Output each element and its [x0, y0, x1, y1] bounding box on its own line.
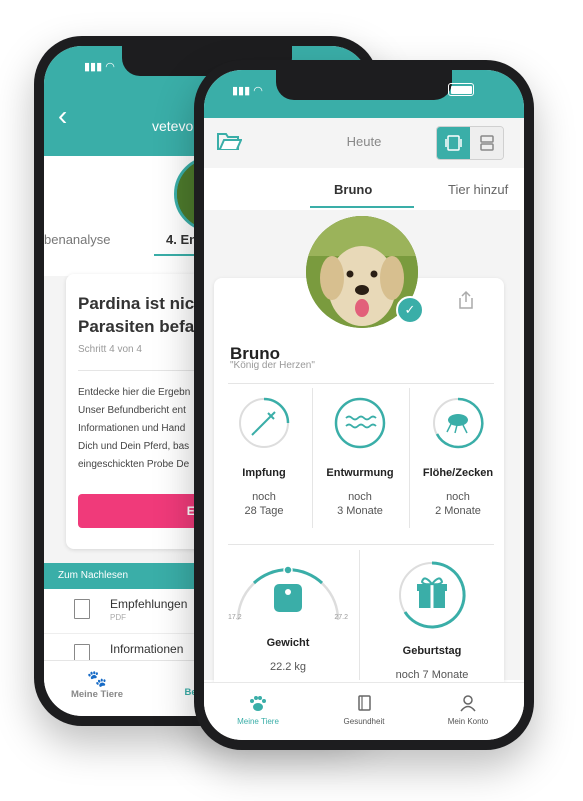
stat-label: Entwurmung	[326, 467, 394, 479]
weight-gauge	[236, 565, 340, 621]
list-view-button[interactable]	[470, 127, 503, 159]
document-type: PDF	[110, 613, 126, 622]
card-divider	[228, 544, 494, 545]
nav-item-meine-tiere[interactable]: 🐾 Meine Tiere	[52, 669, 142, 700]
stat-impfung[interactable]: Impfung noch 28 Tage	[216, 396, 312, 517]
stat-divider	[359, 550, 360, 680]
stat-value: 28 Tage	[244, 505, 284, 517]
back-arrow-icon[interactable]: ‹	[58, 102, 67, 130]
birthday-label: Geburtstag	[402, 645, 462, 657]
paw-icon: 🐾	[87, 671, 107, 688]
syringe-icon	[239, 397, 290, 448]
flea-icon	[433, 397, 484, 449]
nav-item-gesundheit[interactable]: Gesundheit	[314, 693, 414, 726]
document-title: Informationen	[110, 642, 184, 656]
signal-wifi-icon: ▮▮▮ ◠	[84, 61, 115, 73]
tab-bruno[interactable]: Bruno	[334, 182, 372, 197]
tab-add-pet[interactable]: Tier hinzuf	[448, 182, 508, 197]
document-icon	[74, 599, 90, 619]
stat-label: Flöhe/Zecken	[422, 467, 494, 479]
stat-value: noch	[348, 491, 372, 503]
gift-icon	[399, 561, 466, 629]
worm-icon	[334, 397, 386, 449]
stat-value: 2 Monate	[435, 505, 481, 517]
front-notch	[276, 70, 452, 100]
nav-label: Meine Tiere	[70, 689, 124, 700]
weight-label: Gewicht	[266, 637, 310, 649]
stat-floehe-zecken[interactable]: Flöhe/Zecken noch 2 Monate	[410, 396, 506, 517]
nav-label: Meine Tiere	[237, 717, 279, 726]
card-view-button[interactable]	[437, 127, 470, 159]
gauge-max: 27.2	[334, 614, 348, 621]
pet-tabs: Bruno Tier hinzuf	[204, 168, 524, 210]
nav-item-meine-tiere[interactable]: Meine Tiere	[208, 693, 308, 726]
nav-label: Gesundheit	[343, 717, 385, 726]
stat-label: Impfung	[242, 467, 286, 479]
pet-motto: "König der Herzen"	[230, 360, 315, 371]
view-toggle[interactable]	[436, 126, 504, 160]
back-header-title: vetevo	[152, 118, 194, 134]
scale-icon	[274, 584, 302, 612]
weight-widget[interactable]: 17.2 27.2 Gewicht 22.2 kg	[224, 558, 352, 673]
user-icon	[418, 693, 518, 713]
stat-value: noch	[252, 491, 276, 503]
book-icon	[314, 693, 414, 713]
card-divider	[228, 383, 494, 384]
paw-icon	[208, 693, 308, 713]
nav-item-mein-konto[interactable]: Mein Konto	[418, 693, 518, 726]
birthday-value: noch 7 Monate	[395, 669, 469, 681]
result-title-line2: Parasiten befal	[78, 317, 199, 336]
stat-value: noch	[446, 491, 470, 503]
front-phone-screen: ▮▮▮ ◠ Heute Bruno Tier hinzuf ✓ Bruno "K…	[204, 70, 524, 740]
stat-entwurmung[interactable]: Entwurmung noch 3 Monate	[312, 396, 408, 517]
front-bottom-nav: Meine Tiere Gesundheit Mein Konto	[204, 682, 524, 740]
weight-value: 22.2 kg	[269, 661, 307, 673]
tab-underline	[310, 206, 414, 208]
battery-icon	[448, 83, 474, 96]
verified-check-icon: ✓	[396, 296, 424, 324]
nav-label: Mein Konto	[447, 717, 489, 726]
document-title: Empfehlungen	[110, 597, 188, 611]
front-phone: ▮▮▮ ◠ Heute Bruno Tier hinzuf ✓ Bruno "K…	[194, 60, 534, 750]
signal-wifi-icon: ▮▮▮ ◠	[232, 85, 263, 97]
gauge-min: 17.2	[228, 614, 242, 621]
step-tab-previous[interactable]: benanalyse	[44, 232, 111, 247]
front-header: Heute	[204, 118, 524, 168]
step-tab-current[interactable]: 4. En	[166, 232, 197, 247]
result-title-line1: Pardina ist nic	[78, 294, 195, 313]
share-icon[interactable]	[456, 290, 476, 310]
birthday-widget[interactable]: Geburtstag noch 7 Monate	[372, 560, 492, 681]
stat-value: 3 Monate	[337, 505, 383, 517]
result-step-subtitle: Schritt 4 von 4	[78, 344, 142, 355]
